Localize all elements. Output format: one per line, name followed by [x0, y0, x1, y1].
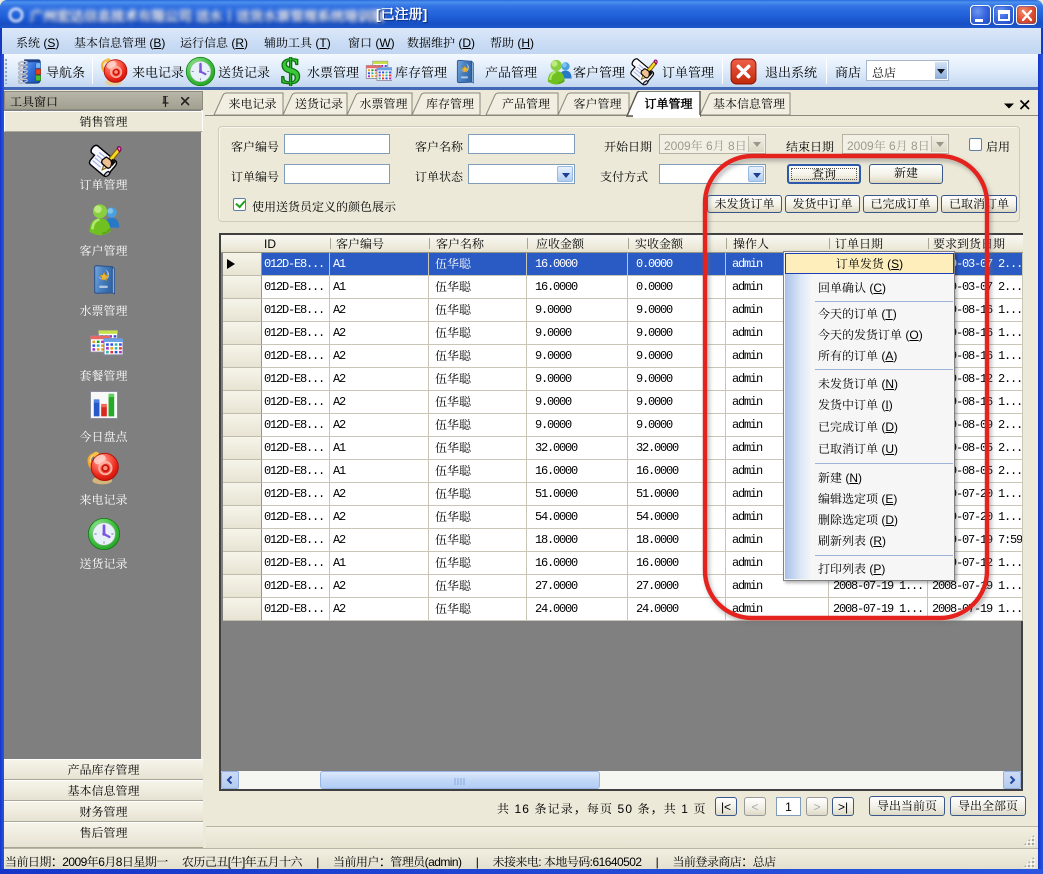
svg-text:水票管理: 水票管理 [359, 95, 407, 112]
svg-text:$: $ [280, 57, 300, 86]
svg-text:产品管理: 产品管理 [502, 95, 550, 112]
svg-text:订单管理: 订单管理 [644, 95, 693, 112]
svg-text:库存管理: 库存管理 [426, 95, 474, 112]
svg-text:送货记录: 送货记录 [295, 95, 343, 112]
svg-text:客户管理: 客户管理 [573, 95, 621, 112]
svg-text:基本信息管理: 基本信息管理 [713, 95, 785, 112]
svg-text:来电记录: 来电记录 [228, 95, 276, 112]
